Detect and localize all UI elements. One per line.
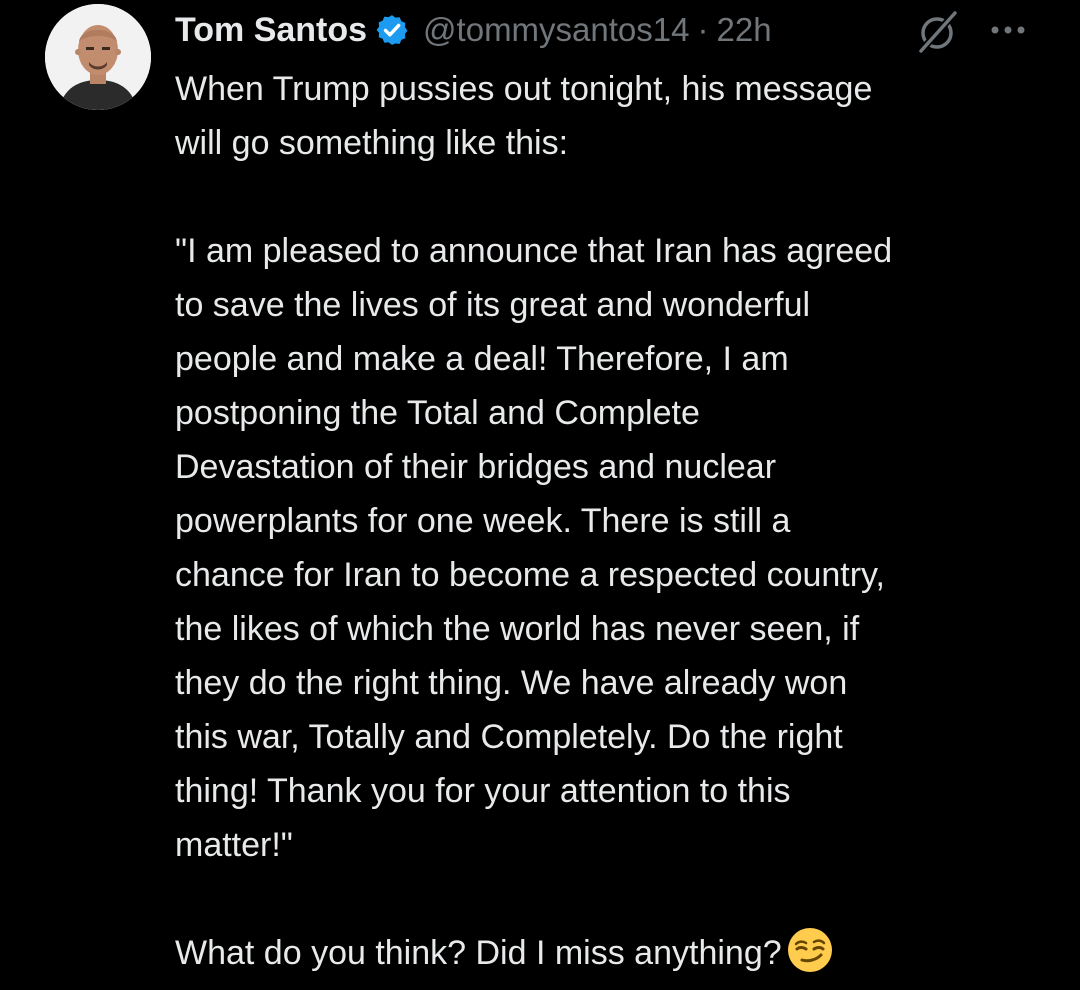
- text-line: they do the right thing. We have already…: [175, 664, 848, 702]
- text-line: this war, Totally and Completely. Do the…: [175, 718, 843, 756]
- smirking-face-icon: [787, 928, 832, 972]
- text-line: matter!": [175, 826, 293, 864]
- text-line: will go something like this:: [175, 124, 569, 162]
- text-line-last: What do you think? Did I miss anything?: [175, 926, 1055, 980]
- closing-question: What do you think? Did I miss anything?: [175, 934, 782, 972]
- text-line: When Trump pussies out tonight, his mess…: [175, 70, 873, 108]
- author-name[interactable]: Tom Santos: [175, 11, 367, 50]
- text-line: chance for Iran to become a respected co…: [175, 556, 885, 594]
- text-line: Devastation of their bridges and nuclear: [175, 448, 777, 486]
- text-line: postponing the Total and Complete: [175, 394, 700, 432]
- author-handle[interactable]: @tommysantos14: [423, 11, 689, 49]
- text-line: the likes of which the world has never s…: [175, 610, 860, 648]
- separator-dot: ·: [697, 11, 709, 48]
- tweet-text: When Trump pussies out tonight, his mess…: [175, 62, 1055, 980]
- avatar-image: [45, 4, 151, 110]
- avatar[interactable]: [45, 4, 151, 110]
- grok-icon[interactable]: [912, 8, 962, 58]
- tweet: Tom Santos @tommysantos14 · 22h When Tru…: [0, 0, 1080, 990]
- text-line: to save the lives of its great and wonde…: [175, 286, 811, 324]
- verified-badge-icon[interactable]: [375, 13, 409, 47]
- text-line: "I am pleased to announce that Iran has …: [175, 232, 893, 270]
- text-line: thing! Thank you for your attention to t…: [175, 772, 791, 810]
- tweet-header: Tom Santos @tommysantos14 · 22h: [175, 6, 772, 54]
- text-line: powerplants for one week. There is still…: [175, 502, 791, 540]
- timestamp[interactable]: 22h: [716, 11, 771, 49]
- text-line: people and make a deal! Therefore, I am: [175, 340, 789, 378]
- more-options-icon[interactable]: [988, 18, 1028, 42]
